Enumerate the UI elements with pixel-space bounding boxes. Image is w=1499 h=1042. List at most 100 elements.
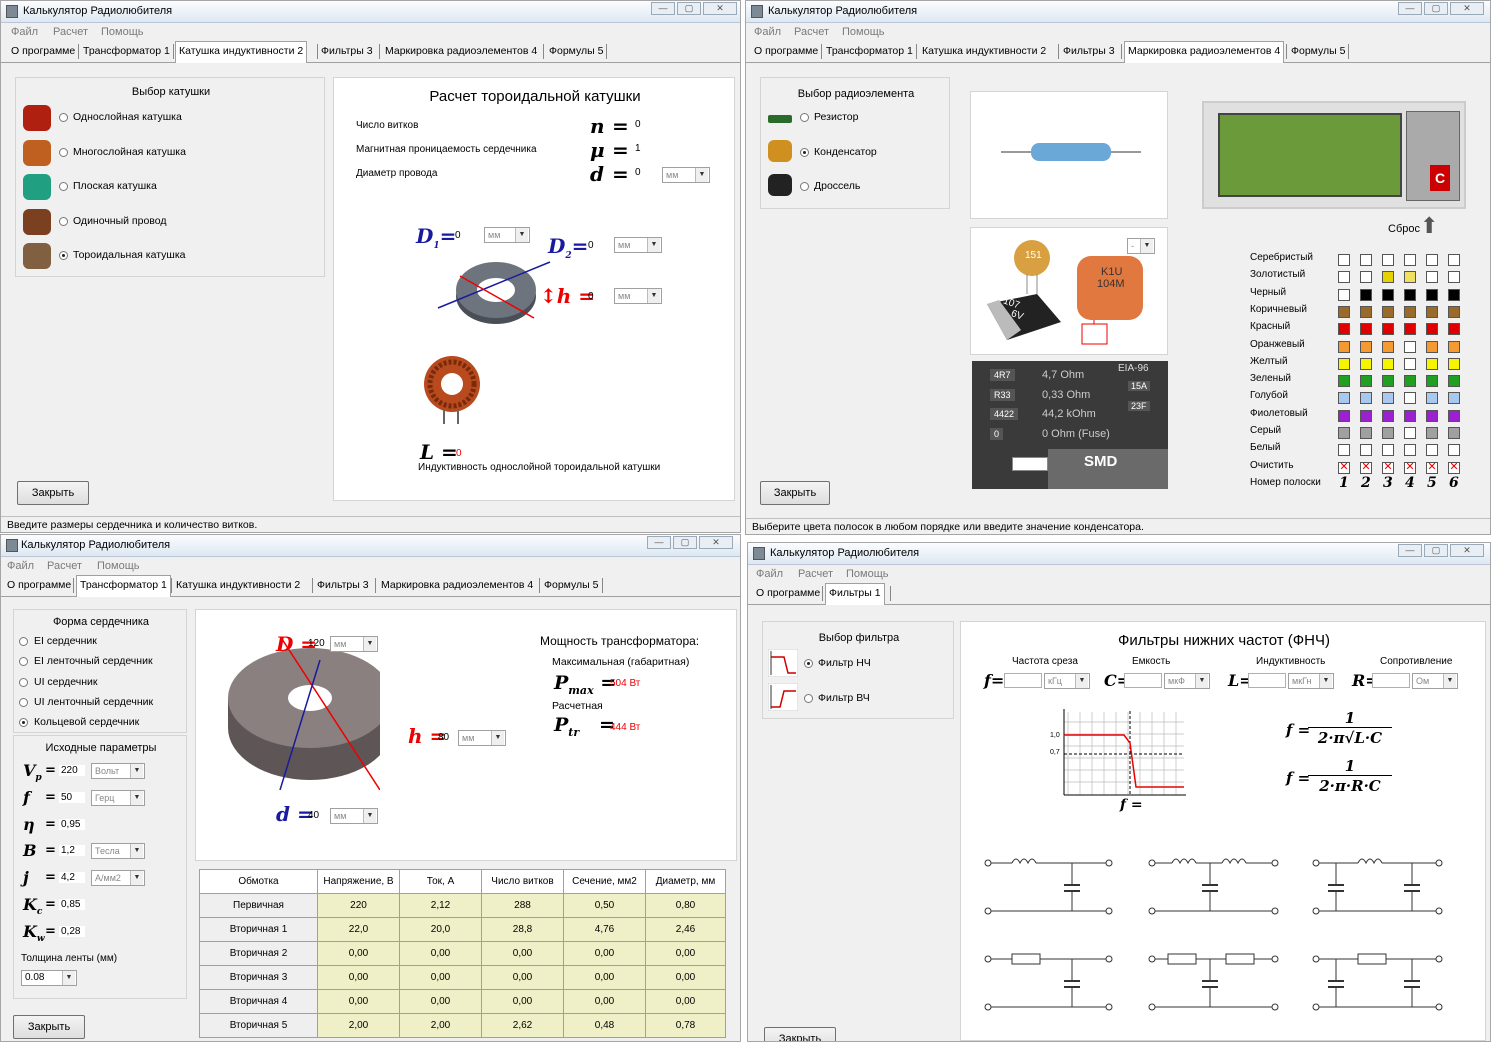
param-input[interactable] bbox=[1124, 673, 1162, 688]
color-swatch[interactable] bbox=[1448, 409, 1460, 422]
tab-transformer[interactable]: Трансформатор 1 bbox=[826, 45, 913, 57]
wire-diameter-input[interactable]: 0 bbox=[632, 166, 658, 181]
table-cell[interactable]: 2,12 bbox=[399, 893, 482, 918]
color-swatch[interactable] bbox=[1404, 427, 1416, 439]
menu-file[interactable]: Файл bbox=[7, 560, 34, 572]
maximize-button[interactable]: ▢ bbox=[673, 536, 697, 549]
param-value[interactable]: 50 bbox=[59, 791, 85, 803]
tab-transformer[interactable]: Трансформатор 1 bbox=[83, 45, 170, 57]
d1-value[interactable]: 0 bbox=[455, 230, 461, 241]
color-swatch[interactable] bbox=[1404, 375, 1416, 388]
coil-label[interactable]: Многослойная катушка bbox=[73, 146, 186, 158]
inner-diameter-unit[interactable]: мм bbox=[330, 808, 378, 824]
coil-label[interactable]: Плоская катушка bbox=[73, 180, 157, 192]
param-input[interactable] bbox=[1372, 673, 1410, 688]
color-swatch[interactable] bbox=[1426, 323, 1438, 336]
color-swatch[interactable] bbox=[1426, 427, 1438, 439]
turns-input[interactable]: 0 bbox=[632, 118, 662, 133]
color-swatch[interactable] bbox=[1338, 340, 1350, 353]
coil-radio[interactable] bbox=[59, 113, 68, 122]
filter-label[interactable]: Фильтр НЧ bbox=[818, 657, 871, 669]
color-swatch[interactable] bbox=[1448, 427, 1460, 439]
color-swatch[interactable] bbox=[1382, 271, 1394, 284]
color-swatch[interactable] bbox=[1448, 288, 1460, 301]
param-unit[interactable]: мкГн bbox=[1288, 673, 1334, 689]
height-value[interactable]: 80 bbox=[438, 732, 449, 743]
table-cell[interactable]: 0,78 bbox=[645, 1013, 726, 1038]
color-swatch[interactable] bbox=[1426, 375, 1438, 388]
param-unit[interactable]: А/мм2 bbox=[91, 870, 145, 887]
color-swatch[interactable] bbox=[1360, 271, 1372, 284]
table-cell[interactable]: 0,00 bbox=[317, 941, 400, 966]
tab-about[interactable]: О программе bbox=[7, 579, 71, 591]
color-swatch[interactable] bbox=[1382, 357, 1394, 370]
close-button[interactable]: Закрыть bbox=[13, 1015, 85, 1039]
table-cell[interactable]: 0,00 bbox=[645, 989, 726, 1014]
table-cell[interactable]: 0,00 bbox=[399, 989, 482, 1014]
color-swatch[interactable] bbox=[1404, 305, 1416, 318]
tab-filters[interactable]: Фильтры 3 bbox=[317, 579, 369, 591]
coil-radio[interactable] bbox=[59, 251, 68, 260]
color-swatch[interactable] bbox=[1382, 409, 1394, 422]
color-swatch[interactable] bbox=[1338, 288, 1350, 301]
title-bar[interactable]: Калькулятор Радиолюбителя — ▢ ✕ bbox=[1, 535, 740, 557]
close-button[interactable]: Закрыть bbox=[17, 481, 89, 505]
table-cell[interactable]: 0,00 bbox=[317, 989, 400, 1014]
core-radio[interactable] bbox=[19, 677, 28, 687]
capacitor-value-select[interactable]: - bbox=[1127, 238, 1155, 254]
element-label[interactable]: Дроссель bbox=[814, 180, 860, 192]
color-swatch[interactable] bbox=[1360, 392, 1372, 405]
filter-label[interactable]: Фильтр ВЧ bbox=[818, 692, 870, 704]
param-unit[interactable]: кГц bbox=[1044, 673, 1090, 689]
title-bar[interactable]: Калькулятор Радиолюбителя — ▢ ✕ bbox=[748, 543, 1490, 565]
tab-about[interactable]: О программе bbox=[11, 45, 75, 57]
color-swatch[interactable] bbox=[1448, 254, 1460, 266]
param-value[interactable]: 0,85 bbox=[59, 899, 85, 910]
color-swatch[interactable] bbox=[1404, 357, 1416, 370]
menu-calc[interactable]: Расчет bbox=[53, 26, 88, 38]
core-label[interactable]: EI сердечник bbox=[34, 635, 97, 647]
close-button[interactable]: Закрыть bbox=[760, 481, 830, 505]
table-cell[interactable]: 20,0 bbox=[399, 917, 482, 942]
close-window-button[interactable]: ✕ bbox=[703, 2, 737, 15]
tab-transformer[interactable]: Трансформатор 1 bbox=[76, 575, 171, 597]
table-cell[interactable]: 0,00 bbox=[645, 965, 726, 990]
minimize-button[interactable]: — bbox=[651, 2, 675, 15]
table-cell[interactable]: 0,00 bbox=[563, 989, 646, 1014]
color-swatch[interactable] bbox=[1360, 254, 1372, 266]
color-swatch[interactable] bbox=[1426, 305, 1438, 318]
color-swatch[interactable] bbox=[1360, 375, 1372, 388]
color-swatch[interactable] bbox=[1360, 357, 1372, 370]
color-swatch[interactable] bbox=[1448, 340, 1460, 353]
tab-filters[interactable]: Фильтры 3 bbox=[321, 45, 373, 57]
core-label[interactable]: UI сердечник bbox=[34, 676, 97, 688]
minimize-button[interactable]: — bbox=[1398, 2, 1422, 15]
table-cell[interactable]: 4,76 bbox=[563, 917, 646, 942]
param-unit[interactable]: Вольт bbox=[91, 763, 145, 779]
color-swatch[interactable] bbox=[1448, 375, 1460, 388]
core-label[interactable]: EI ленточный сердечник bbox=[34, 655, 153, 667]
color-swatch[interactable] bbox=[1338, 271, 1350, 284]
color-swatch[interactable] bbox=[1382, 288, 1394, 301]
param-unit[interactable]: Герц bbox=[91, 789, 145, 806]
param-input[interactable] bbox=[1004, 673, 1042, 688]
menu-help[interactable]: Помощь bbox=[846, 568, 889, 580]
color-swatch[interactable] bbox=[1448, 392, 1460, 405]
color-swatch[interactable] bbox=[1338, 444, 1350, 457]
outer-diameter-value[interactable]: 120 bbox=[308, 638, 325, 649]
core-label[interactable]: UI ленточный сердечник bbox=[34, 696, 153, 708]
table-cell[interactable]: 0,00 bbox=[481, 989, 564, 1014]
title-bar[interactable]: Калькулятор Радиолюбителя — ▢ ✕ bbox=[1, 1, 740, 23]
tab-coil[interactable]: Катушка индуктивности 2 bbox=[176, 579, 300, 591]
clear-band-icon[interactable]: ✕ bbox=[1382, 461, 1394, 474]
menu-calc[interactable]: Расчет bbox=[794, 26, 829, 38]
color-swatch[interactable] bbox=[1404, 288, 1416, 301]
tab-filters[interactable]: Фильтры 1 bbox=[825, 583, 885, 605]
h-value[interactable]: 0 bbox=[588, 291, 594, 302]
tab-filters[interactable]: Фильтры 3 bbox=[1063, 45, 1115, 57]
permeability-input[interactable]: 1 bbox=[632, 142, 662, 157]
filter-radio[interactable] bbox=[804, 693, 813, 703]
reset-arrow-icon[interactable]: ⬆ bbox=[1420, 213, 1438, 239]
color-swatch[interactable] bbox=[1426, 392, 1438, 405]
param-unit[interactable]: мкФ bbox=[1164, 673, 1210, 689]
